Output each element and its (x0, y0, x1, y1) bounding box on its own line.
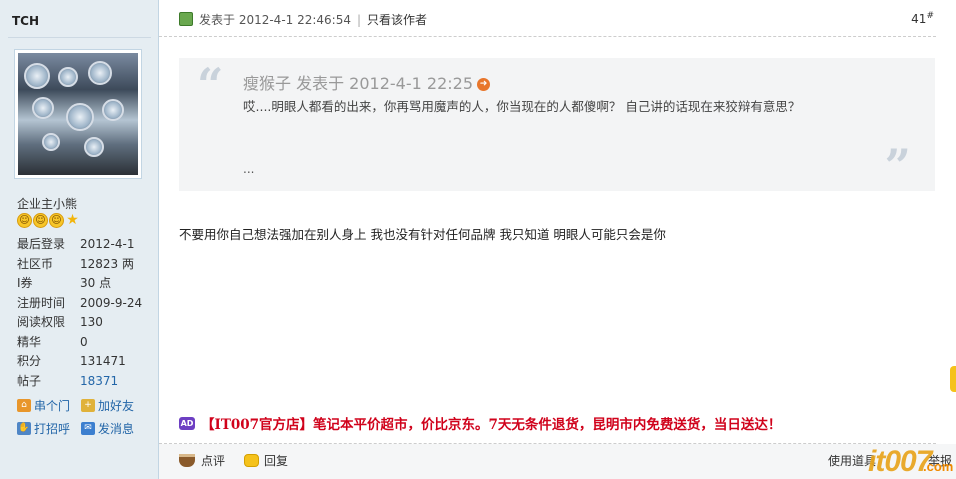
post-meta: 发表于 2012-4-1 22:46:54 | 只看该作者 (199, 11, 427, 28)
go-to-quote-icon[interactable]: ➜ (477, 78, 490, 91)
quote-head: 瘦猴子 发表于 2012-4-1 22:25 ➜ (243, 70, 490, 94)
floor-label: 41 (911, 12, 927, 26)
stat-label: 积分 (17, 354, 42, 368)
stat-value: 30 点 (80, 276, 112, 290)
add-friend-label: 加好友 (98, 399, 135, 413)
stat-value: 130 (80, 315, 103, 329)
post-date: 发表于 2012-4-1 22:46:54 (199, 13, 351, 27)
stat-value: 2009-9-24 (80, 295, 143, 310)
post-footer: 点评 回复 使用道具 举报 (159, 444, 956, 479)
logo-main: it007 (868, 445, 932, 478)
author-actions: ⌂ 串个门 + 加好友 ✋ 打招呼 ✉ 发消息 (17, 397, 157, 437)
coffee-cup-icon (179, 454, 195, 467)
stat-points: 积分 131471 (17, 352, 142, 372)
meta-divider: | (357, 13, 362, 27)
stat-last-login: 最后登录 2012-4-1 (17, 235, 142, 255)
user-group[interactable]: 企业主小熊 (17, 195, 77, 212)
header-divider (159, 36, 936, 37)
logo-suffix: .com (923, 459, 954, 474)
post-header: 发表于 2012-4-1 22:46:54 | 只看该作者 41# (159, 0, 956, 36)
greet-button[interactable]: ✋ 打招呼 (17, 420, 81, 437)
ad-badge: AD (179, 416, 195, 430)
speech-bubble-icon (244, 454, 259, 467)
post-body: 不要用你自己想法强加在别人身上 我也没有针对任何品牌 我只知道 明眼人可能只会是… (179, 227, 666, 242)
message-button[interactable]: ✉ 发消息 (81, 420, 151, 437)
message-label: 发消息 (98, 422, 135, 436)
rank-stars: ☺ ☺ ☺ ★ (17, 213, 80, 228)
comment-button[interactable]: 点评 (179, 452, 225, 469)
online-status-icon (179, 12, 193, 26)
open-quote-icon: “ (197, 58, 224, 112)
author-name[interactable]: TCH (12, 14, 39, 28)
greet-label: 打招呼 (34, 422, 71, 436)
add-friend-button[interactable]: + 加好友 (81, 397, 151, 414)
stat-posts: 帖子 18371 (17, 372, 142, 392)
add-friend-icon: + (81, 399, 95, 412)
quote-author: 瘦猴子 发表于 2012-4-1 22:25 (243, 74, 473, 93)
stat-label: 社区币 (17, 256, 54, 271)
stat-label: 精华 (17, 334, 42, 349)
stat-value: 0 (80, 334, 88, 349)
stat-value: 12823 两 (80, 256, 134, 271)
greet-icon: ✋ (17, 422, 31, 435)
stat-value: 131471 (80, 354, 126, 368)
stat-label: 帖子 (17, 373, 42, 388)
quote-ellipsis: ... (243, 162, 255, 176)
stat-label: 最后登录 (17, 237, 66, 251)
stat-value: 2012-4-1 (80, 237, 135, 251)
side-tab-handle[interactable] (950, 366, 956, 392)
smiley-icon: ☺ (33, 213, 48, 228)
sidebar-divider (8, 37, 151, 38)
floor-mark: # (926, 11, 934, 21)
stat-coins: 社区币 12823 两 (17, 255, 142, 275)
quote-block: “ 瘦猴子 发表于 2012-4-1 22:25 ➜ 哎....明眼人都看的出来，… (179, 58, 935, 191)
stat-digest: 精华 0 (17, 333, 142, 353)
quote-text: 哎....明眼人都看的出来，你再骂用魔声的人，你当现在的人都傻啊？ 自己讲的话现… (243, 99, 801, 114)
posts-count-link[interactable]: 18371 (80, 372, 118, 392)
comment-label: 点评 (201, 454, 226, 468)
stat-read-permission: 阅读权限 130 (17, 313, 142, 333)
ad-line[interactable]: AD 【IT007官方店】笔记本平价超市，价比京东。7天无条件退货，昆明市内免费… (179, 413, 781, 433)
avatar-image (18, 53, 138, 175)
visit-button[interactable]: ⌂ 串个门 (17, 397, 81, 414)
site-logo-watermark: it007 .com (868, 445, 956, 479)
author-only-link[interactable]: 只看该作者 (367, 13, 427, 27)
smiley-icon: ☺ (17, 213, 32, 228)
envelope-icon: ✉ (81, 422, 95, 435)
reply-button[interactable]: 回复 (244, 452, 288, 469)
reply-label: 回复 (264, 454, 289, 468)
author-stats: 最后登录 2012-4-1 社区币 12823 两 I券 30 点 注册时间 2… (17, 235, 142, 391)
stat-label: I券 (17, 276, 33, 290)
stat-register-date: 注册时间 2009-9-24 (17, 294, 142, 314)
stat-vouchers: I券 30 点 (17, 274, 142, 294)
star-icon: ★ (66, 212, 79, 228)
smiley-icon: ☺ (49, 213, 64, 228)
floor-number[interactable]: 41# (911, 11, 934, 26)
ad-text[interactable]: 【IT007官方店】笔记本平价超市，价比京东。7天无条件退货，昆明市内免费送货，… (201, 413, 781, 433)
close-quote-icon: ” (884, 139, 911, 193)
visit-label: 串个门 (34, 399, 71, 413)
stat-label: 阅读权限 (17, 315, 66, 329)
stat-label: 注册时间 (17, 295, 66, 310)
home-icon: ⌂ (17, 399, 31, 412)
avatar[interactable] (14, 49, 142, 179)
author-sidebar: TCH 企业主小熊 ☺ ☺ ☺ ★ 最后登录 2012-4-1 社区币 1282… (0, 0, 159, 479)
